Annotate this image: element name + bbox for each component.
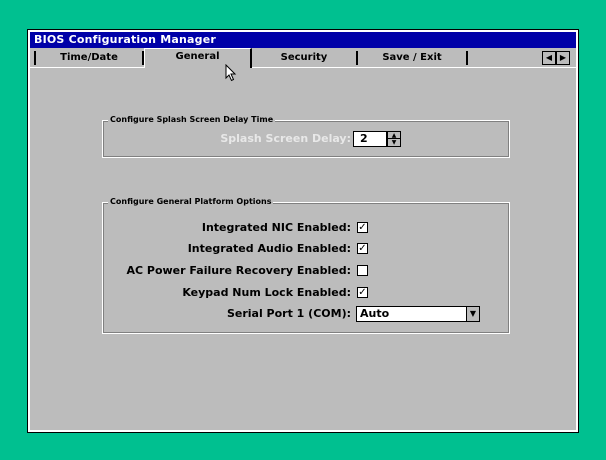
- tab-security[interactable]: Security: [252, 51, 358, 65]
- arrow-up-icon[interactable]: ▲: [388, 132, 400, 139]
- ac-power-label: AC Power Failure Recovery Enabled:: [126, 264, 351, 277]
- tab-label: Security: [280, 52, 328, 63]
- platform-options-group: Configure General Platform Options Integ…: [102, 196, 510, 334]
- nic-label: Integrated NIC Enabled:: [201, 221, 351, 234]
- serial-port-label: Serial Port 1 (COM):: [226, 307, 351, 320]
- ac-power-checkbox[interactable]: [357, 265, 368, 276]
- nic-checkbox[interactable]: ✓: [357, 222, 368, 233]
- chevron-right-icon: ▶: [559, 53, 567, 62]
- audio-checkbox[interactable]: ✓: [357, 243, 368, 254]
- chevron-down-icon[interactable]: ▼: [466, 307, 479, 321]
- audio-label: Integrated Audio Enabled:: [187, 242, 351, 255]
- window-title: BIOS Configuration Manager: [30, 32, 576, 48]
- splash-delay-stepper[interactable]: ▲ ▼: [387, 131, 401, 147]
- splash-group-title: Configure Splash Screen Delay Time: [108, 114, 276, 126]
- tab-label: Save / Exit: [382, 52, 442, 63]
- tab-save-exit[interactable]: Save / Exit: [358, 51, 468, 65]
- tab-label: Time/Date: [60, 52, 118, 63]
- splash-delay-group: Configure Splash Screen Delay Time Splas…: [102, 114, 510, 158]
- tab-time-date[interactable]: Time/Date: [34, 51, 144, 65]
- serial-port-select[interactable]: Auto ▼: [356, 306, 480, 322]
- chevron-left-icon: ◀: [545, 53, 553, 62]
- serial-port-value: Auto: [360, 307, 390, 320]
- tab-scroll-left-button[interactable]: ◀: [542, 51, 556, 65]
- numlock-checkbox[interactable]: ✓: [357, 287, 368, 298]
- tab-scroll-right-button[interactable]: ▶: [556, 51, 570, 65]
- arrow-down-icon[interactable]: ▼: [388, 139, 400, 146]
- tab-bar: Time/Date General Security Save / Exit ◀…: [30, 48, 576, 68]
- mouse-pointer-icon: [225, 64, 237, 82]
- tab-label: General: [175, 51, 220, 62]
- splash-delay-label: Splash Screen Delay:: [220, 132, 351, 145]
- splash-delay-input[interactable]: 2: [353, 131, 387, 147]
- numlock-label: Keypad Num Lock Enabled:: [182, 286, 351, 299]
- bios-window: BIOS Configuration Manager Time/Date Gen…: [27, 29, 579, 433]
- platform-group-title: Configure General Platform Options: [108, 196, 274, 208]
